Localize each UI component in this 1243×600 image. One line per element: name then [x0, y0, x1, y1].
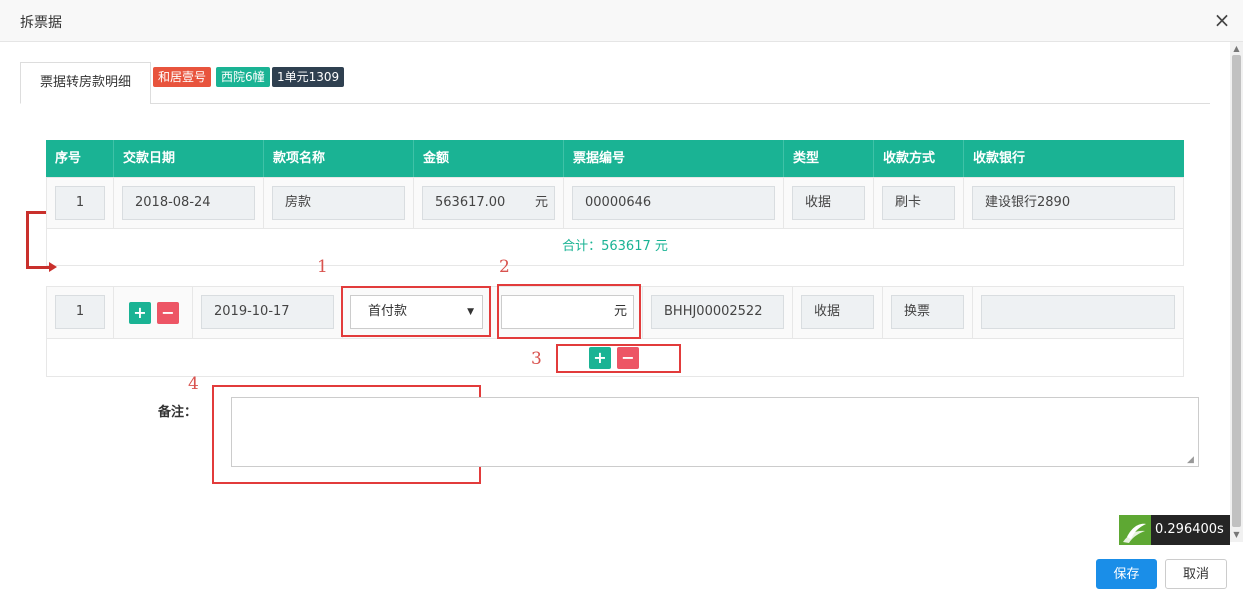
row-type: 收据 — [792, 186, 865, 220]
badge-unit: 1单元1309 — [272, 67, 345, 87]
cell-divider — [192, 286, 193, 339]
row-item: 房款 — [272, 186, 405, 220]
cell-divider — [642, 286, 643, 339]
cell-divider — [413, 177, 414, 229]
cell-divider — [792, 286, 793, 339]
cell-divider — [113, 177, 114, 229]
header-divider — [413, 140, 414, 177]
annotation-number-4: 4 — [188, 374, 199, 394]
row-amount-field: 563617.00 元 — [422, 186, 555, 220]
cell-divider — [882, 286, 883, 339]
header-divider — [113, 140, 114, 177]
annotation-box-1 — [341, 286, 491, 337]
cell-divider — [783, 177, 784, 229]
header-divider — [783, 140, 784, 177]
split-method: 换票 — [891, 295, 964, 329]
scroll-up-icon[interactable]: ▲ — [1230, 44, 1243, 53]
add-row-button[interactable]: + — [129, 302, 151, 324]
timer-logo-icon — [1119, 515, 1151, 545]
save-button[interactable]: 保存 — [1096, 559, 1157, 589]
dialog-title: 拆票据 — [20, 15, 62, 31]
arrow-line — [26, 211, 29, 269]
split-date: 2019-10-17 — [201, 295, 334, 329]
arrow-head-icon — [49, 262, 57, 272]
cell-divider — [263, 177, 264, 229]
scrollbar-thumb[interactable] — [1232, 55, 1241, 527]
cell-divider — [972, 286, 973, 339]
cancel-button[interactable]: 取消 — [1165, 559, 1227, 589]
header-receipt-no: 票据编号 — [573, 151, 626, 166]
annotation-number-1: 1 — [317, 257, 328, 277]
tab-divider — [150, 103, 1210, 104]
split-bank — [981, 295, 1175, 329]
remark-label: 备注： — [158, 405, 198, 420]
timer-value: 0.296400s — [1155, 522, 1224, 537]
header-bank: 收款银行 — [973, 151, 1026, 166]
cell-divider — [963, 177, 964, 229]
resize-handle-icon[interactable]: ◢ — [1187, 455, 1194, 465]
annotation-number-3: 3 — [531, 349, 542, 369]
cell-divider — [873, 177, 874, 229]
badge-community: 和居壹号 — [153, 67, 212, 87]
header-type: 类型 — [793, 151, 820, 166]
header-index: 序号 — [55, 151, 82, 166]
total-label: 合计：563617 元 — [46, 229, 1184, 266]
close-icon[interactable]: × — [1212, 9, 1232, 31]
header-divider — [873, 140, 874, 177]
row-amount: 563617.00 — [435, 195, 506, 210]
header-amount: 金额 — [423, 151, 450, 166]
annotation-number-2: 2 — [499, 257, 510, 277]
row-method: 刷卡 — [882, 186, 955, 220]
header-item: 款项名称 — [273, 151, 326, 166]
annotation-box-3 — [556, 344, 681, 373]
row-index: 1 — [55, 186, 105, 220]
header-date: 交款日期 — [123, 151, 176, 166]
tab-receipt-detail[interactable]: 票据转房款明细 — [20, 62, 151, 104]
header-divider — [963, 140, 964, 177]
split-index: 1 — [55, 295, 105, 329]
arrow-line — [26, 266, 50, 269]
cell-divider — [563, 177, 564, 229]
row-amount-unit: 元 — [534, 195, 548, 210]
split-receipt-no: BHHJ00002522 — [651, 295, 784, 329]
remove-row-button[interactable]: − — [157, 302, 179, 324]
dialog-titlebar — [0, 0, 1243, 42]
split-type: 收据 — [801, 295, 874, 329]
header-divider — [263, 140, 264, 177]
scroll-down-icon[interactable]: ▼ — [1230, 530, 1243, 539]
row-date: 2018-08-24 — [122, 186, 255, 220]
badge-building: 西院6幢 — [216, 67, 270, 87]
remark-textarea[interactable] — [231, 397, 1199, 467]
row-receipt-no: 00000646 — [572, 186, 775, 220]
row-bank: 建设银行2890 — [972, 186, 1175, 220]
annotation-box-2 — [497, 284, 641, 339]
cell-divider — [113, 286, 114, 339]
header-divider — [563, 140, 564, 177]
arrow-line — [26, 211, 46, 214]
header-method: 收款方式 — [883, 151, 936, 166]
